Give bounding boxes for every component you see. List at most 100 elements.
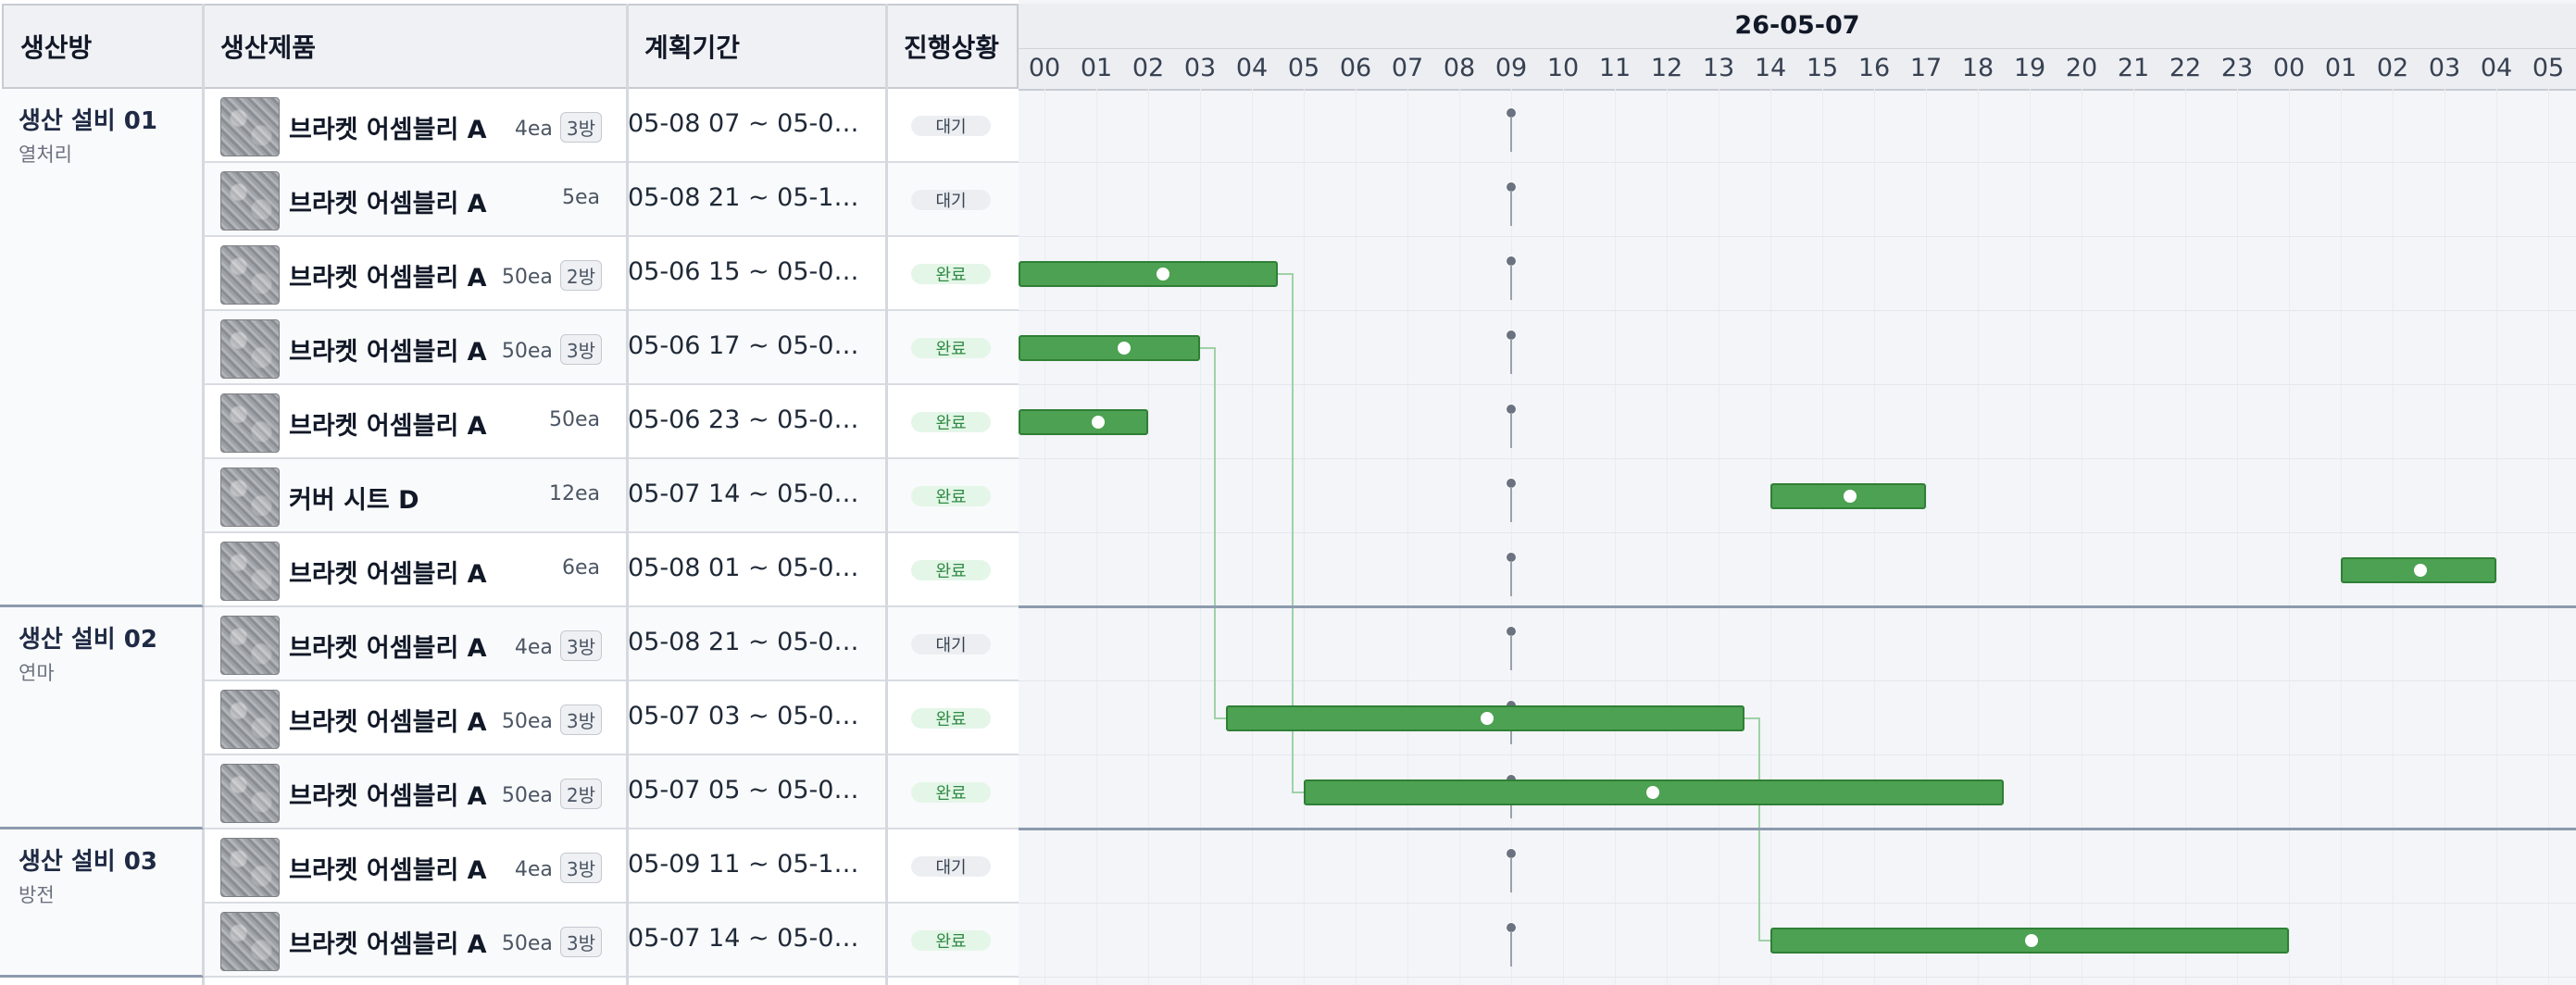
plan-period: 05-09 11 ~ 05-10 00 (628, 850, 874, 879)
schedule-table: 생산방 생산제품 계획기간 진행상황 브라켓 어셈블리 A 4ea 3방 05-08 … (0, 0, 1019, 985)
hour-tick: 01 (1080, 54, 1113, 82)
product-name: 브라켓 어셈블리 A (289, 782, 487, 811)
quantity-text: 50ea (548, 408, 600, 431)
progress-handle[interactable] (1481, 712, 1494, 725)
product-quantity: 4ea 3방 (463, 112, 602, 143)
hour-tick: 06 (1339, 54, 1372, 82)
hour-tick: 02 (2376, 54, 2409, 82)
product-thumbnail (220, 838, 280, 897)
product-thumbnail (220, 97, 280, 156)
product-thumbnail (220, 542, 280, 601)
product-name: 브라켓 어셈블리 A (289, 560, 487, 589)
hour-tick: 22 (2169, 54, 2202, 82)
progress-handle[interactable] (1646, 786, 1660, 799)
plan-period: 05-07 14 ~ 05-07 17 (628, 480, 874, 508)
hour-tick: 10 (1546, 54, 1580, 82)
product-thumbnail (220, 912, 280, 971)
cavity-badge: 2방 (559, 260, 602, 291)
group-separator (1019, 828, 2576, 830)
product-thumbnail (220, 616, 280, 675)
plan-period: 05-06 23 ~ 05-07 02 (628, 405, 874, 434)
task-bar[interactable] (1019, 335, 1200, 361)
equipment-name: 생산 설비 01 (19, 107, 157, 135)
hour-tick: 01 (2324, 54, 2357, 82)
progress-handle[interactable] (2025, 934, 2038, 947)
product-quantity: 50ea 2방 (463, 779, 602, 809)
product-quantity: 50ea (461, 408, 600, 431)
status-badge: 대기 (911, 190, 991, 211)
product-name: 브라켓 어셈블리 A (289, 264, 487, 293)
progress-handle[interactable] (1844, 490, 1857, 503)
hour-tick: 18 (1961, 54, 1995, 82)
product-quantity: 4ea 3방 (463, 630, 602, 661)
quantity-text: 4ea (514, 636, 553, 659)
status-badge: 완료 (911, 930, 991, 952)
equipment-name: 생산 설비 03 (19, 848, 157, 876)
column-divider (626, 4, 629, 985)
equipment-group[interactable]: 생산 설비 02 연마 (0, 607, 204, 829)
hour-tick: 19 (2013, 54, 2046, 82)
equipment-process: 열처리 (19, 143, 72, 166)
status-badge: 완료 (911, 782, 991, 804)
progress-handle[interactable] (2414, 564, 2427, 577)
cavity-badge: 3방 (559, 334, 602, 365)
progress-handle[interactable] (1157, 268, 1169, 281)
hour-tick: 16 (1857, 54, 1891, 82)
quantity-text: 5ea (561, 186, 600, 209)
gantt-body[interactable] (1019, 89, 2576, 985)
task-bar[interactable] (1770, 483, 1926, 509)
quantity-text: 50ea (501, 784, 553, 807)
product-name: 브라켓 어셈블리 A (289, 708, 487, 737)
dependency-link (1200, 347, 1226, 719)
product-thumbnail (220, 245, 280, 305)
hour-tick: 09 (1494, 54, 1528, 82)
column-header-period[interactable]: 계획기간 (626, 4, 887, 89)
product-quantity: 12ea (461, 482, 600, 505)
hour-tick: 02 (1132, 54, 1165, 82)
equipment-group[interactable]: 생산 설비 03 방전 (0, 829, 204, 978)
quantity-text: 12ea (548, 482, 600, 505)
quantity-text: 50ea (501, 266, 553, 289)
product-name: 커버 시트 D (289, 486, 419, 515)
plan-period: 05-06 17 ~ 05-07 03 (628, 331, 874, 360)
task-bar[interactable] (1019, 409, 1148, 435)
product-name: 브라켓 어셈블리 A (289, 190, 487, 218)
progress-handle[interactable] (1118, 342, 1131, 355)
plan-period: 05-08 07 ~ 05-08 15 (628, 109, 874, 138)
product-quantity: 5ea (461, 186, 600, 209)
hour-tick: 20 (2065, 54, 2098, 82)
hour-tick: 13 (1702, 54, 1735, 82)
column-header-product[interactable]: 생산제품 (202, 4, 628, 89)
product-thumbnail (220, 764, 280, 823)
column-header-status[interactable]: 진행상황 (885, 4, 1019, 89)
hour-tick: 11 (1598, 54, 1632, 82)
quantity-text: 4ea (514, 118, 553, 141)
task-bar[interactable] (1226, 705, 1744, 731)
hour-tick: 08 (1443, 54, 1476, 82)
product-quantity: 50ea 2방 (463, 260, 602, 291)
task-bar[interactable] (1019, 261, 1278, 287)
hour-tick: 05 (1287, 54, 1320, 82)
product-thumbnail (220, 171, 280, 231)
quantity-text: 50ea (501, 932, 553, 955)
product-name: 브라켓 어셈블리 A (289, 338, 487, 367)
equipment-process: 연마 (19, 662, 55, 684)
hour-tick: 03 (2428, 54, 2461, 82)
equipment-group[interactable]: 생산 설비 01 열처리 (0, 89, 204, 607)
task-bar[interactable] (1304, 779, 2004, 805)
plan-period: 05-08 21 ~ 05-09 10 (628, 628, 874, 656)
progress-handle[interactable] (1092, 416, 1105, 429)
cavity-badge: 3방 (559, 704, 602, 735)
production-gantt: 생산방 생산제품 계획기간 진행상황 브라켓 어셈블리 A 4ea 3방 05-08 … (0, 0, 2576, 985)
plan-period: 05-07 05 ~ 05-07 18 (628, 776, 874, 804)
hour-tick: 03 (1183, 54, 1217, 82)
plan-period: 05-07 03 ~ 05-07 13 (628, 702, 874, 730)
product-thumbnail (220, 690, 280, 749)
task-bar[interactable] (2341, 557, 2496, 583)
hour-tick: 12 (1650, 54, 1683, 82)
column-header-room[interactable]: 생산방 (2, 4, 204, 89)
status-badge: 대기 (911, 634, 991, 655)
product-name: 브라켓 어셈블리 A (289, 116, 487, 144)
task-bar[interactable] (1770, 928, 2289, 954)
hour-tick: 04 (1235, 54, 1269, 82)
